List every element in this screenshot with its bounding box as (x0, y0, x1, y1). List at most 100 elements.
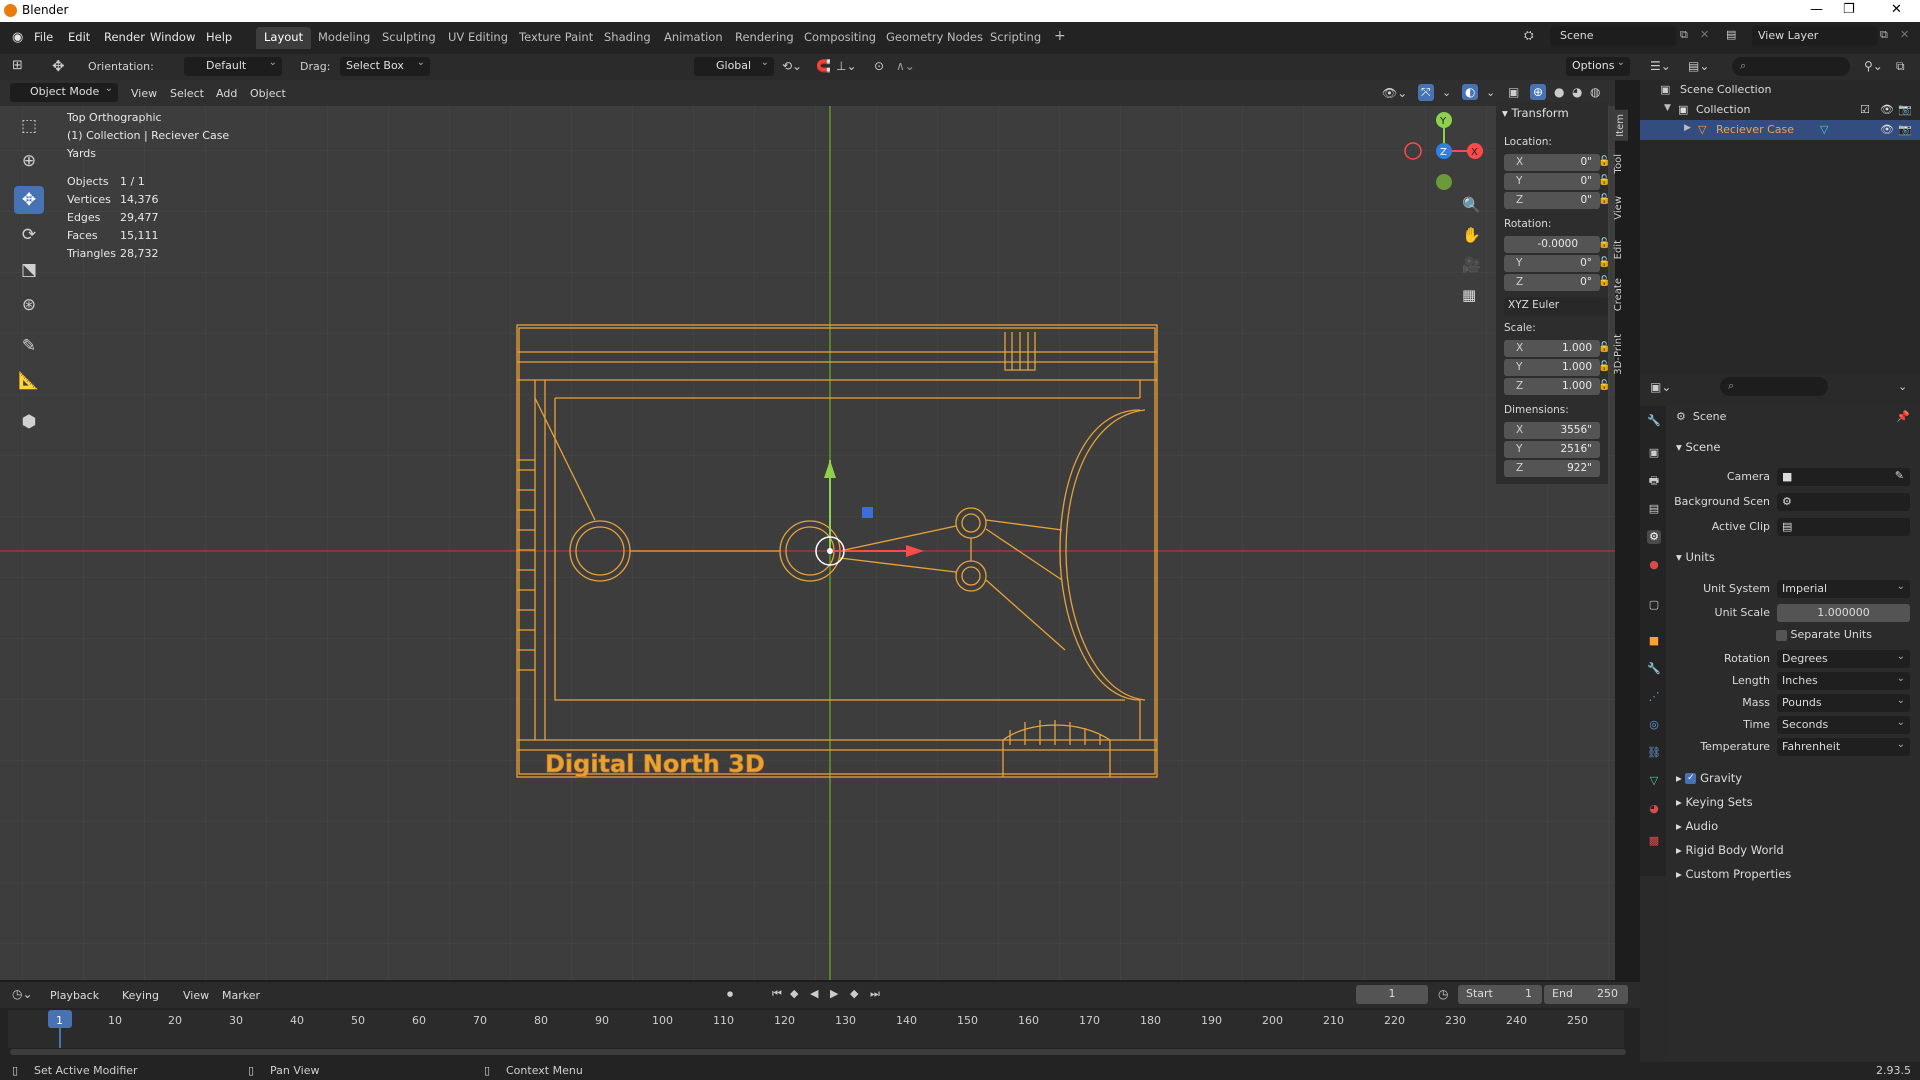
camera-view-icon[interactable]: 🎥 (1462, 256, 1481, 274)
jump-end-icon[interactable]: ⏭ (870, 987, 880, 1001)
properties-options-icon[interactable]: ⌄ (1898, 380, 1907, 393)
next-keyframe-icon[interactable]: ◆ (850, 987, 858, 1000)
delete-scene-icon[interactable]: ✕ (1700, 28, 1709, 41)
tab-item[interactable]: Item (1613, 110, 1628, 141)
pivot-point-icon[interactable]: ⟲⌄ (782, 59, 802, 73)
new-scene-icon[interactable]: ⧉ (1680, 28, 1688, 42)
material-properties-icon[interactable]: ◕ (1647, 802, 1661, 816)
scale-z-field[interactable]: Z 1.000 (1504, 378, 1600, 395)
pin-icon[interactable]: 📌 (1896, 410, 1910, 423)
transform-orientation-dropdown[interactable]: Global (694, 57, 774, 76)
audio-panel-header[interactable]: ▸ Audio (1676, 819, 1718, 833)
active-clip-field[interactable]: ▤ (1777, 518, 1910, 536)
lock-icon[interactable]: 🔓 (1598, 276, 1610, 287)
menu-file[interactable]: File (34, 30, 53, 44)
lock-icon[interactable]: 🔓 (1598, 175, 1610, 186)
tab-sculpting[interactable]: Sculpting (374, 27, 444, 49)
unit-system-dropdown[interactable]: Imperial (1777, 580, 1910, 598)
location-x-field[interactable]: X 0" (1504, 154, 1600, 171)
lock-icon[interactable]: 🔓 (1598, 361, 1610, 372)
scene-selector[interactable]: Scene (1550, 26, 1676, 46)
display-mode-icon[interactable]: ▤⌄ (1688, 59, 1709, 73)
data-properties-icon[interactable]: ▽ (1647, 774, 1661, 788)
expand-arrow-icon[interactable]: ▼ (1664, 103, 1671, 113)
menu-edit[interactable]: Edit (68, 30, 90, 44)
menu-playback[interactable]: Playback (50, 989, 99, 1002)
gizmo-options-icon[interactable]: ⌄ (1442, 86, 1451, 99)
eyedropper-icon[interactable]: ✎ (1895, 469, 1904, 482)
exclude-checkbox[interactable]: ☑ (1860, 103, 1870, 116)
timeline-area[interactable] (8, 1010, 1624, 1048)
outliner-collection[interactable]: ▼ ▣ Collection ☑ 👁 📷 (1640, 100, 1920, 120)
material-shading-icon[interactable]: ◕ (1572, 85, 1582, 99)
transform-header[interactable]: ▾ Transform (1502, 106, 1569, 120)
start-frame-field[interactable]: Start 1 (1458, 985, 1542, 1004)
separate-units-checkbox[interactable]: Separate Units (1776, 628, 1872, 641)
background-scene-field[interactable]: ⚙ (1777, 493, 1910, 511)
rotation-z-field[interactable]: Z 0° (1504, 274, 1600, 291)
render-camera-icon[interactable]: 📷 (1898, 123, 1912, 136)
options-dropdown[interactable]: Options (1566, 57, 1630, 76)
prev-keyframe-icon[interactable]: ◆ (790, 987, 798, 1000)
rotation-x-field[interactable]: -0.0000 (1504, 236, 1600, 253)
jump-start-icon[interactable]: ⏮ (772, 987, 782, 1001)
dimensions-z-field[interactable]: Z 922" (1504, 460, 1600, 477)
tab-animation[interactable]: Animation (656, 27, 731, 49)
rotation-mode-dropdown[interactable]: XYZ Euler (1504, 297, 1608, 315)
view-layer-selector[interactable]: View Layer (1752, 26, 1878, 46)
tab-layout[interactable]: Layout (256, 27, 312, 49)
dimensions-y-field[interactable]: Y 2516" (1504, 441, 1600, 458)
rotation-units-dropdown[interactable]: Degrees (1777, 650, 1910, 668)
collection-properties-icon[interactable]: ▢ (1647, 598, 1661, 612)
restore-icon[interactable]: ❐ (1843, 2, 1855, 17)
scene-icon[interactable]: ⛭ (1524, 28, 1534, 43)
overlay-options-icon[interactable]: ⌄ (1486, 86, 1495, 99)
rotate-tool[interactable]: ⟳ (14, 221, 44, 249)
eye-icon[interactable]: 👁 (1880, 123, 1894, 136)
expand-arrow-icon[interactable]: ▶ (1684, 123, 1691, 133)
outliner-object-reciever-case[interactable]: ▶ ▽ Reciever Case ▽ 👁 📷 (1640, 120, 1920, 140)
add-workspace-button[interactable]: + (1046, 27, 1074, 49)
measure-tool[interactable]: 📐 (14, 367, 44, 395)
blender-menu-icon[interactable]: ◉ (12, 30, 23, 45)
rotation-y-field[interactable]: Y 0° (1504, 255, 1600, 272)
select-box-tool[interactable]: ⬚ (14, 112, 44, 140)
timeline-scrollbar[interactable] (10, 1049, 1626, 1055)
mesh-data-icon[interactable]: ▽ (1820, 123, 1828, 136)
mass-dropdown[interactable]: Pounds (1777, 694, 1910, 712)
menu-keying[interactable]: Keying (122, 989, 159, 1002)
current-frame-field[interactable]: 1 (1356, 985, 1428, 1004)
modifier-properties-icon[interactable]: 🔧 (1647, 662, 1661, 676)
menu-select[interactable]: Select (170, 87, 204, 100)
tab-shading[interactable]: Shading (596, 27, 659, 49)
menu-view[interactable]: View (183, 989, 209, 1002)
render-properties-icon[interactable]: ▣ (1647, 446, 1661, 460)
play-reverse-icon[interactable]: ◀ (810, 987, 818, 1000)
time-dropdown[interactable]: Seconds (1777, 716, 1910, 734)
filter-icon[interactable]: ⚲⌄ (1864, 59, 1883, 73)
mode-dropdown[interactable]: Object Mode (10, 83, 118, 102)
unit-scale-field[interactable]: 1.000000 (1777, 604, 1910, 622)
zoom-icon[interactable]: 🔍 (1462, 196, 1481, 214)
menu-render[interactable]: Render (104, 30, 145, 44)
visibility-icon[interactable]: 👁⌄ (1382, 86, 1407, 100)
editor-type-icon[interactable]: ⊞ (12, 58, 23, 73)
record-icon[interactable]: ⏺ (727, 987, 733, 1002)
object-properties-icon[interactable]: ■ (1647, 634, 1661, 648)
units-panel-header[interactable]: ▾ Units (1676, 550, 1715, 564)
lock-icon[interactable]: 🔓 (1598, 156, 1610, 167)
view-layer-properties-icon[interactable]: ▤ (1647, 502, 1661, 516)
location-z-field[interactable]: Z 0" (1504, 192, 1600, 209)
temperature-dropdown[interactable]: Fahrenheit (1777, 738, 1910, 756)
length-dropdown[interactable]: Inches (1777, 672, 1910, 690)
close-icon[interactable]: ✕ (1891, 2, 1902, 17)
snap-target-icon[interactable]: ⊥⌄ (836, 59, 857, 73)
viewport-canvas[interactable]: Digital North 3D Y X Z (0, 80, 1615, 980)
tab-edit[interactable]: Edit (1613, 240, 1624, 259)
render-camera-icon[interactable]: 📷 (1898, 103, 1912, 116)
lock-icon[interactable]: 🔓 (1598, 194, 1610, 205)
lock-icon[interactable]: 🔓 (1598, 238, 1610, 249)
dimensions-x-field[interactable]: X 3556" (1504, 422, 1600, 439)
tab-3d-print[interactable]: 3D-Print (1613, 334, 1624, 375)
menu-add[interactable]: Add (216, 87, 237, 100)
